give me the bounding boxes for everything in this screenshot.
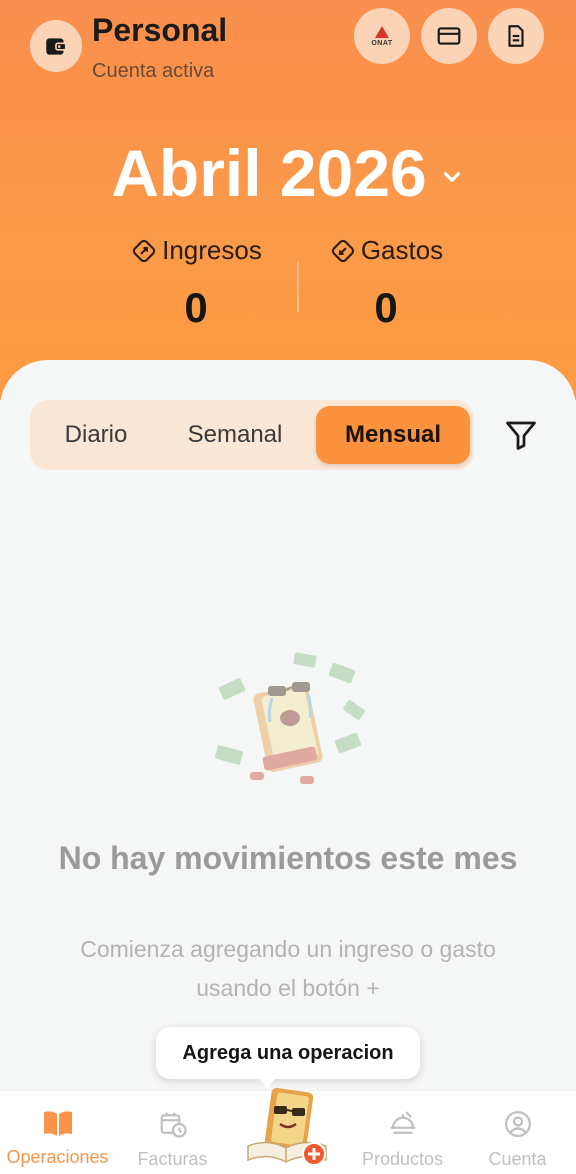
document-button[interactable] <box>488 8 544 64</box>
empty-state-title: No hay movimientos este mes <box>58 840 518 876</box>
nav-label-productos: Productos <box>361 1149 444 1169</box>
tab-mensual[interactable]: Mensual <box>316 406 470 464</box>
book-icon <box>43 1111 72 1136</box>
card-button[interactable] <box>421 8 477 64</box>
month-selector[interactable]: Abril 2026 <box>0 135 576 211</box>
filter-button[interactable] <box>500 414 542 456</box>
nav-item-facturas[interactable]: Facturas <box>115 1109 230 1170</box>
onat-logo-text: ONAT <box>371 39 393 47</box>
chevron-down-icon <box>443 172 460 182</box>
tab-diario[interactable]: Diario <box>38 406 154 464</box>
expense-value: 0 <box>374 284 398 331</box>
nav-label-facturas: Facturas <box>137 1149 208 1169</box>
income-summary: Ingresos 0 <box>96 235 296 332</box>
tab-semanal[interactable]: Semanal <box>164 406 306 464</box>
nav-label-operaciones: Operaciones <box>6 1147 109 1167</box>
nav-label-cuenta: Cuenta <box>488 1149 547 1169</box>
plus-badge-icon <box>302 1142 326 1166</box>
empty-state-subtitle: Comienza agregando un ingreso o gasto us… <box>80 936 496 1001</box>
nav-item-cuenta[interactable]: Cuenta <box>460 1109 575 1170</box>
credit-card-icon <box>437 27 461 45</box>
expense-summary: Gastos 0 <box>286 235 486 332</box>
wallet-icon[interactable] <box>30 20 82 72</box>
calendar-clock-icon <box>160 1112 187 1138</box>
income-value: 0 <box>184 284 208 331</box>
onat-logo-icon: ONAT <box>371 25 393 47</box>
income-label: Ingresos <box>162 235 262 265</box>
expense-arrow-icon <box>331 239 354 262</box>
filter-icon <box>506 421 536 450</box>
period-segmented-control: Diario Semanal Mensual <box>30 400 474 470</box>
add-operation-fab[interactable] <box>242 1082 332 1172</box>
add-operation-tooltip: Agrega una operacion <box>156 1027 420 1079</box>
nav-item-productos[interactable]: Productos <box>345 1109 460 1170</box>
month-label: Abril 2026 <box>111 136 427 210</box>
onat-button[interactable]: ONAT <box>354 8 410 64</box>
crying-book-mascot-icon <box>215 652 365 784</box>
account-title[interactable]: Personal <box>92 12 227 49</box>
expense-label: Gastos <box>360 235 444 265</box>
header: Personal Cuenta activa ONAT Abril 2026 I… <box>0 0 576 400</box>
document-icon <box>508 25 524 47</box>
income-arrow-icon <box>132 239 156 262</box>
account-subtitle: Cuenta activa <box>92 60 215 82</box>
user-circle-icon <box>504 1111 531 1137</box>
food-tray-icon <box>390 1111 415 1134</box>
nav-item-operaciones[interactable]: Operaciones <box>0 1109 115 1168</box>
